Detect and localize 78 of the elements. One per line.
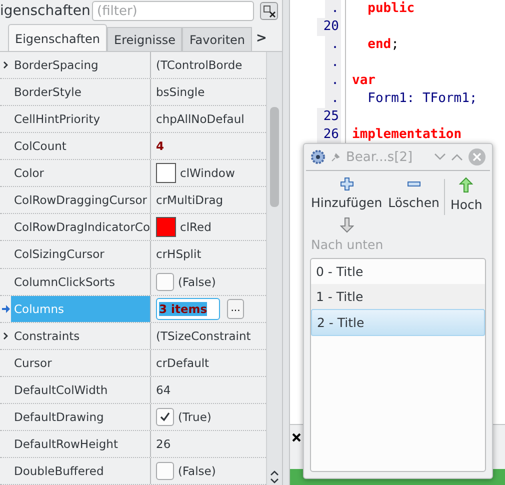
scrollbar-thumb[interactable]: [270, 107, 279, 207]
gear-icon: [310, 149, 326, 165]
code-token: public: [366, 1, 415, 16]
filter-field[interactable]: (filter): [92, 1, 254, 21]
property-value: clWindow: [180, 166, 235, 180]
property-name[interactable]: ColSizingCursor: [11, 241, 151, 268]
line-number: .: [325, 0, 341, 18]
pin-icon[interactable]: [331, 152, 341, 162]
down-arrow-icon: [340, 217, 354, 233]
more-tabs-button[interactable]: >: [256, 30, 267, 46]
property-name[interactable]: ColCount: [11, 133, 151, 160]
property-value: 4: [156, 139, 164, 154]
line-number: 20: [317, 18, 341, 36]
line-number: .: [325, 54, 341, 72]
property-value: (True): [178, 410, 212, 424]
checkbox[interactable]: [156, 462, 174, 480]
property-name[interactable]: DefaultColWidth: [11, 376, 151, 403]
window-title: Bear...s[2]: [346, 150, 413, 164]
scrollbar[interactable]: [266, 52, 282, 485]
property-value: 64: [156, 382, 171, 397]
value-field[interactable]: 3 items: [156, 298, 220, 320]
property-value: crDefault: [156, 356, 210, 370]
property-name[interactable]: Cursor: [11, 350, 151, 376]
line-number: 25: [317, 108, 341, 126]
plus-icon: [340, 177, 354, 191]
property-value: clRed: [180, 220, 212, 234]
toolbar-button[interactable]: Hinzufügen: [308, 175, 386, 215]
tab[interactable]: Favoriten: [182, 27, 252, 52]
property-value: chpAllNoDefaul: [156, 112, 244, 126]
property-value: crMultiDrag: [156, 193, 224, 208]
clear-icon: [262, 4, 276, 18]
property-value: (False): [178, 274, 216, 289]
ellipsis-button[interactable]: ...: [227, 298, 244, 319]
property-name[interactable]: Color: [11, 160, 151, 186]
list-item[interactable]: 2 - Title: [311, 309, 485, 336]
property-name[interactable]: DefaultDrawing: [11, 404, 151, 430]
list-item[interactable]: 0 - Title: [311, 259, 485, 284]
property-value: crHSplit: [156, 247, 202, 262]
code-token: ;: [391, 37, 399, 52]
toolbar-button[interactable]: Hoch: [447, 175, 486, 215]
property-value: 26: [156, 436, 171, 451]
minimize-icon[interactable]: [434, 153, 446, 161]
tab[interactable]: Ereignisse: [107, 27, 182, 52]
maximize-icon[interactable]: [451, 153, 463, 161]
current-row-arrow-icon: [2, 304, 10, 313]
checkbox[interactable]: [156, 272, 174, 291]
check-icon: [159, 410, 171, 423]
code-token: var: [352, 73, 376, 88]
line-number: .: [325, 90, 341, 108]
property-value: (TSizeConstraint: [156, 328, 251, 343]
line-number: .: [325, 36, 341, 54]
property-name[interactable]: DefaultRowHeight: [11, 430, 151, 457]
property-name[interactable]: CellHintPriority: [11, 106, 151, 132]
property-name[interactable]: BorderStyle: [11, 79, 151, 106]
line-number: 26: [317, 126, 341, 144]
property-name[interactable]: Constraints: [11, 322, 151, 349]
property-value: (False): [178, 464, 216, 478]
line-number: .: [325, 72, 341, 90]
toolbar-button[interactable]: Löschen: [385, 175, 442, 215]
close-icon[interactable]: [292, 433, 301, 442]
code-token: end: [366, 37, 392, 52]
scroll-arrows-icon[interactable]: [270, 469, 279, 485]
code-token: Form1: TForm1;: [366, 91, 478, 106]
clear-filter-button[interactable]: [260, 2, 278, 20]
expand-icon[interactable]: [2, 61, 8, 70]
property-name[interactable]: ColRowDraggingCursor: [11, 187, 151, 214]
up-arrow-icon: [459, 177, 474, 193]
property-name[interactable]: ColumnClickSorts: [11, 268, 151, 295]
property-name[interactable]: ColRowDragIndicatorCo: [11, 214, 151, 240]
checkbox[interactable]: [156, 408, 174, 426]
tab[interactable]: Eigenschaften: [8, 24, 108, 52]
property-name[interactable]: DoubleBuffered: [11, 458, 151, 484]
code-token: implementation: [352, 127, 462, 142]
expand-icon[interactable]: [2, 332, 8, 340]
list-item[interactable]: 1 - Title: [311, 284, 485, 309]
property-value: bsSingle: [156, 85, 205, 100]
property-name[interactable]: BorderSpacing: [11, 52, 151, 78]
property-value: (TControlBorde: [156, 58, 242, 72]
